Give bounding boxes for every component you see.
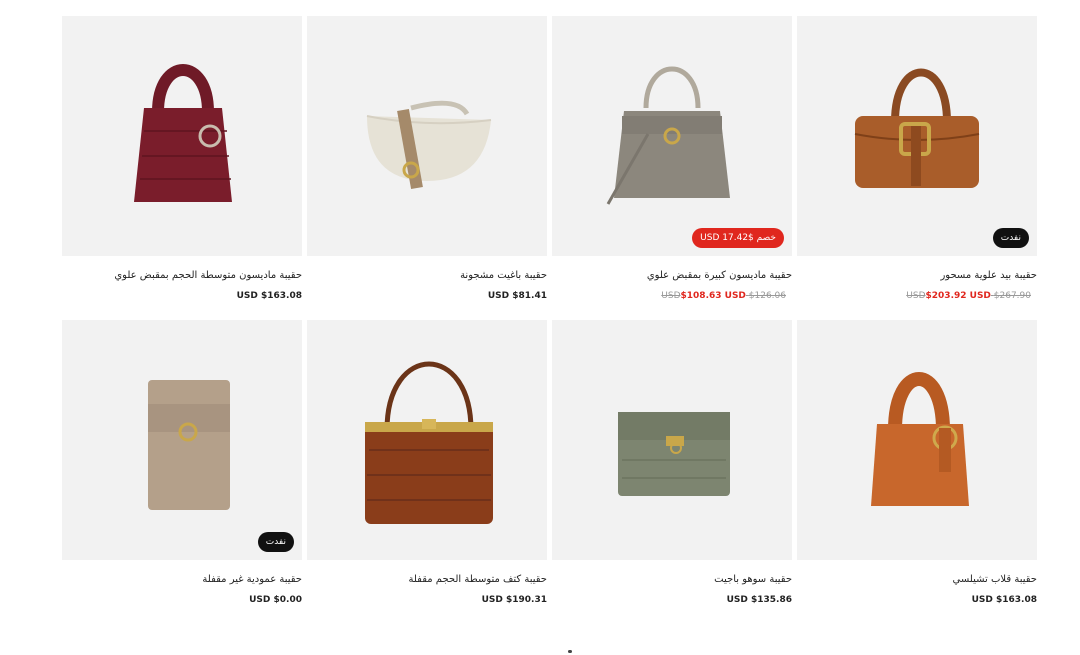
sold-out-badge: نفدت — [992, 228, 1029, 248]
product-name[interactable]: حقيبة عمودية غير مقفلة — [62, 573, 302, 587]
chain-bag-icon — [148, 380, 230, 510]
product-card[interactable]: حقيبة ماديسون متوسطة الحجم بمقبض علوي $1… — [62, 16, 302, 320]
handbag-orange-icon — [871, 372, 969, 506]
clutch-olive-icon — [618, 412, 730, 496]
product-name[interactable]: حقيبة سوهو باجيت — [552, 573, 792, 587]
product-price: $163.08 USD — [236, 291, 302, 301]
product-name[interactable]: حقيبة ماديسون كبيرة بمقبض علوي — [552, 269, 792, 283]
discount-badge: خصم $17.42 USD — [692, 228, 784, 248]
product-price: $135.86 USD — [726, 595, 792, 605]
product-image[interactable]: خصم $17.42 USD — [552, 16, 792, 256]
product-name[interactable]: حقيبة قلاب تشيلسي — [797, 573, 1037, 587]
product-card[interactable]: حقيبة سوهو باجيت $135.86 USD — [552, 320, 792, 624]
pagination-indicator — [568, 650, 572, 653]
product-image[interactable] — [307, 16, 547, 256]
handbag-burgundy-icon — [134, 64, 232, 202]
product-name[interactable]: حقيبة ماديسون متوسطة الحجم بمقبض علوي — [62, 269, 302, 283]
product-image[interactable] — [552, 320, 792, 560]
product-image[interactable] — [797, 320, 1037, 560]
product-image[interactable]: نفدت — [797, 16, 1037, 256]
handbag-taupe-icon — [606, 66, 730, 205]
product-card[interactable]: نفدت حقيبة بيد علوية مسحور $267.90 USD$2… — [797, 16, 1037, 320]
product-card[interactable]: نفدت حقيبة عمودية غير مقفلة $0.00 USD — [62, 320, 302, 624]
handbag-brown-icon — [854, 68, 980, 188]
product-name[interactable]: حقيبة بيد علوية مسحور — [797, 269, 1037, 283]
product-card[interactable]: حقيبة كتف متوسطة الحجم مقفلة $190.31 USD — [307, 320, 547, 624]
product-image[interactable]: نفدت — [62, 320, 302, 560]
product-name[interactable]: حقيبة كتف متوسطة الحجم مقفلة — [307, 573, 547, 587]
baguette-bag-icon — [366, 100, 492, 190]
product-card[interactable]: حقيبة باغيت مشجونة $81.41 USD — [307, 16, 547, 320]
sold-out-badge: نفدت — [257, 532, 294, 552]
product-card[interactable]: حقيبة قلاب تشيلسي $163.08 USD — [797, 320, 1037, 624]
product-price: $81.41 USD — [487, 291, 547, 301]
product-price: $163.08 USD — [971, 595, 1037, 605]
product-price: $190.31 USD — [481, 595, 547, 605]
product-price: $108.63 USD — [680, 291, 746, 301]
frame-bag-croc-icon — [365, 361, 493, 524]
product-name[interactable]: حقيبة باغيت مشجونة — [307, 269, 547, 283]
product-price: $0.00 USD — [249, 595, 302, 605]
product-card[interactable]: خصم $17.42 USD حقيبة ماديسون كبيرة بمقبض… — [552, 16, 792, 320]
product-price: $203.92 USD — [925, 291, 991, 301]
product-grid: نفدت حقيبة بيد علوية مسحور $267.90 USD$2… — [61, 16, 1037, 624]
product-image[interactable] — [307, 320, 547, 560]
product-image[interactable] — [62, 16, 302, 256]
